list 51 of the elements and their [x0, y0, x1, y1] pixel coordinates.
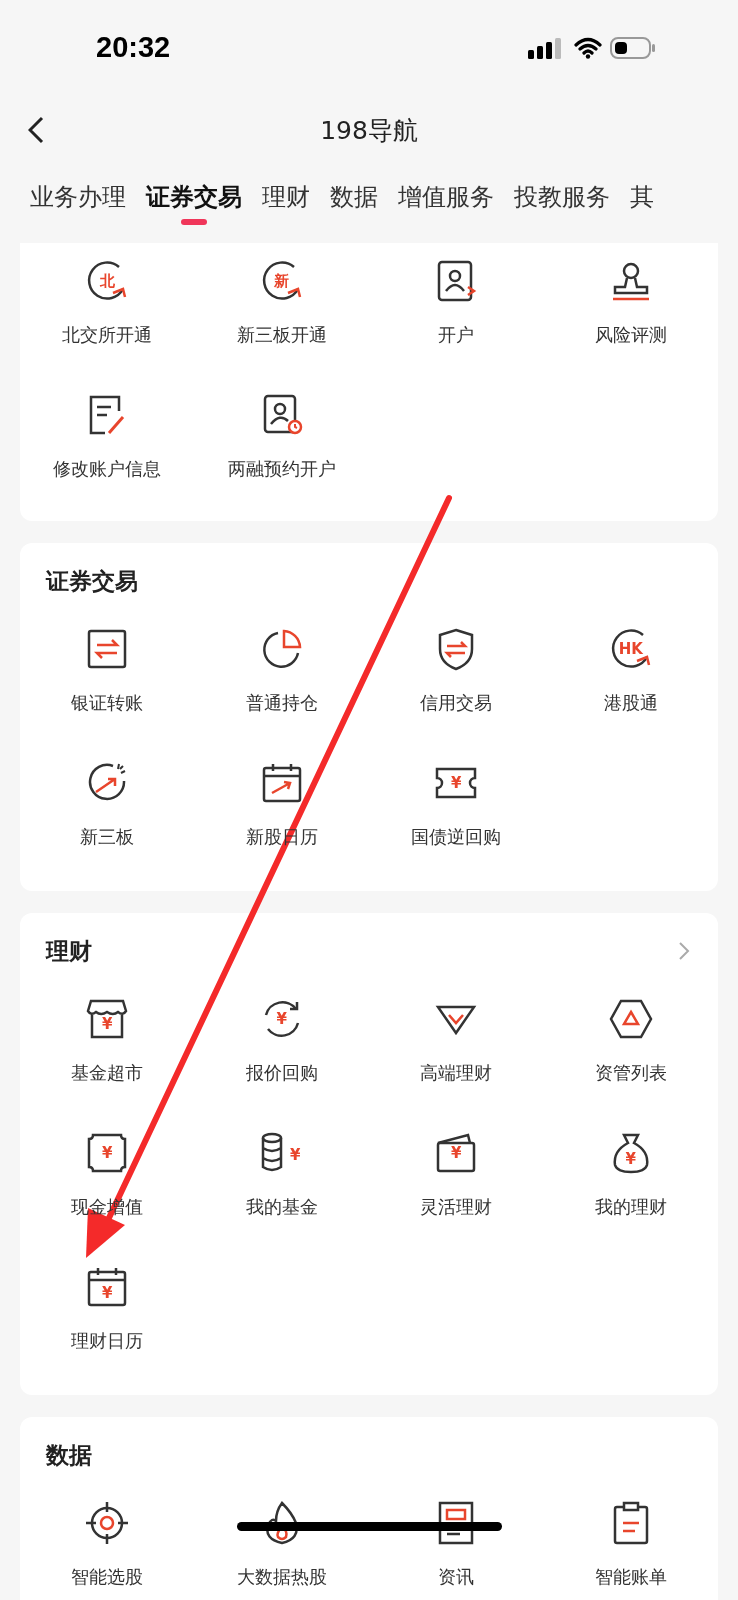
service-label[interactable]: 港股通 — [603, 691, 658, 715]
category-tab[interactable]: 理财 — [262, 165, 310, 233]
icon-glyph: ¥ — [102, 1283, 113, 1302]
service-label[interactable]: 普通持仓 — [245, 691, 318, 715]
service-label[interactable]: 资讯 — [438, 1565, 475, 1589]
active-tab-indicator — [181, 219, 207, 225]
category-tab[interactable]: 投教服务 — [514, 165, 610, 233]
service-label[interactable]: 灵活理财 — [420, 1195, 493, 1219]
service-label[interactable]: 信用交易 — [420, 691, 493, 715]
category-tab[interactable]: 增值服务 — [398, 165, 494, 233]
category-tab[interactable]: 证券交易 — [146, 165, 242, 233]
icon-glyph: ¥ — [451, 1144, 462, 1162]
icon-glyph: ¥ — [102, 1014, 113, 1033]
icon-glyph: ¥ — [102, 1144, 113, 1162]
category-tab[interactable]: 数据 — [330, 165, 378, 233]
service-label[interactable]: 修改账户信息 — [53, 457, 162, 481]
service-label[interactable]: 银证转账 — [71, 691, 144, 715]
service-label[interactable]: 基金超市 — [71, 1061, 144, 1085]
icon-glyph: 北 — [99, 271, 115, 291]
service-label[interactable]: 资管列表 — [594, 1061, 667, 1085]
category-tab[interactable]: 其 — [630, 165, 654, 233]
service-label[interactable]: 我的理财 — [594, 1195, 667, 1219]
battery-icon — [610, 35, 656, 60]
section-title: 理财 — [46, 936, 92, 966]
icon-glyph: HK — [618, 640, 643, 658]
icon-glyph: ¥ — [276, 1010, 287, 1028]
service-label[interactable]: 报价回购 — [245, 1061, 318, 1085]
status-time: 20:32 — [96, 31, 171, 64]
service-label[interactable]: 国债逆回购 — [411, 825, 502, 849]
icon-glyph: ¥ — [289, 1146, 301, 1165]
icon-glyph: ¥ — [451, 774, 462, 792]
service-label[interactable]: 智能选股 — [71, 1565, 144, 1589]
section-title: 证券交易 — [46, 566, 138, 596]
back-icon[interactable] — [28, 116, 44, 144]
service-label[interactable]: 开户 — [438, 323, 475, 347]
service-label[interactable]: 智能账单 — [594, 1565, 667, 1589]
wifi-icon — [574, 36, 602, 59]
service-label[interactable]: 理财日历 — [71, 1329, 144, 1353]
service-label[interactable]: 我的基金 — [245, 1195, 318, 1219]
icon-glyph: 新 — [274, 271, 290, 291]
service-label[interactable]: 两融预约开户 — [227, 457, 336, 481]
service-label[interactable]: 北交所开通 — [62, 323, 153, 347]
service-label[interactable]: 新三板开通 — [236, 323, 327, 347]
service-label[interactable]: 大数据热股 — [236, 1565, 327, 1589]
service-label[interactable]: 新三板 — [80, 825, 135, 849]
service-label[interactable]: 高端理财 — [420, 1061, 493, 1085]
service-label[interactable]: 风险评测 — [594, 323, 667, 347]
icon-glyph: ¥ — [625, 1149, 636, 1168]
section-title: 数据 — [46, 1440, 92, 1470]
page-title: 198导航 — [320, 114, 418, 147]
category-tab[interactable]: 业务办理 — [30, 165, 126, 233]
